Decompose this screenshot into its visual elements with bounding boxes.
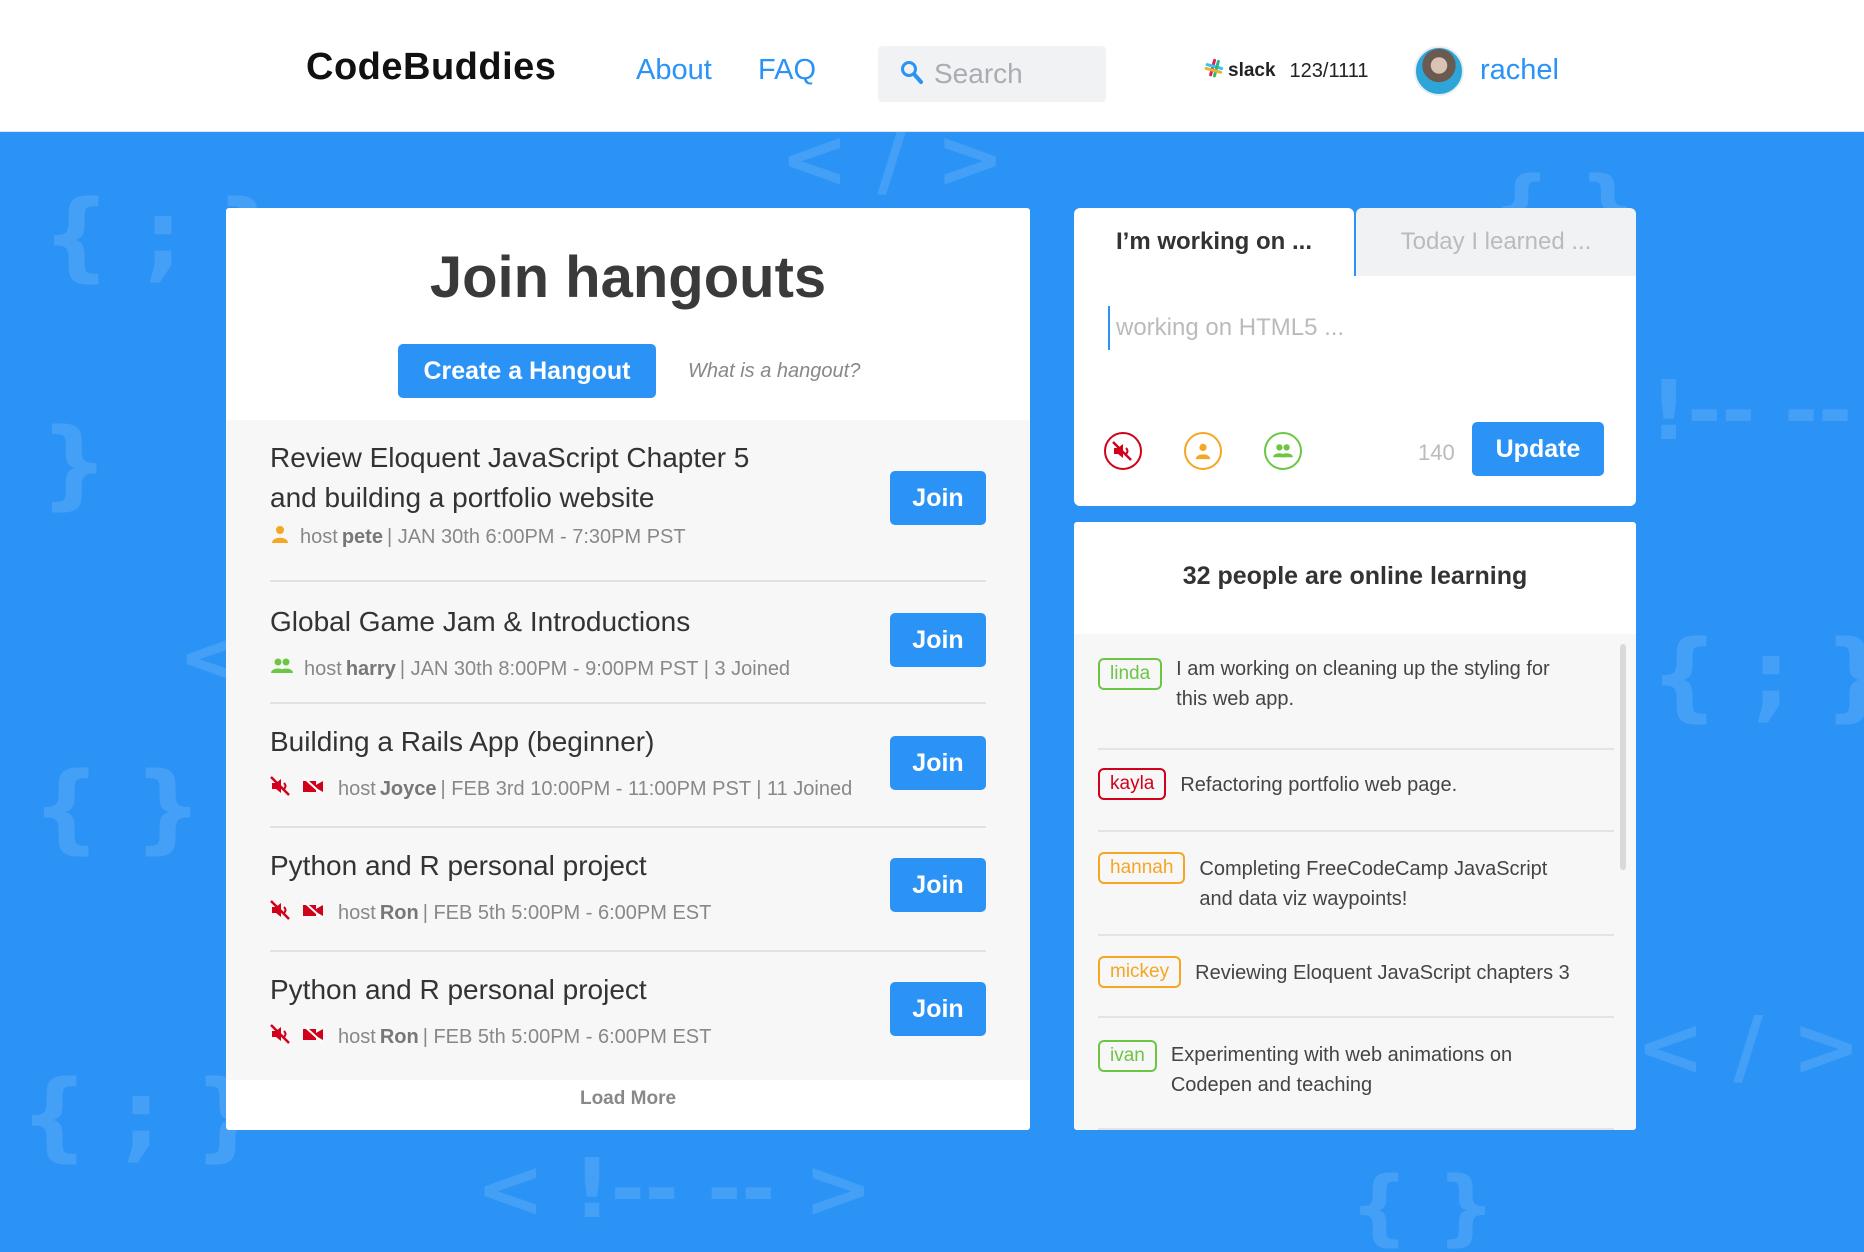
hangout-details: | JAN 30th 6:00PM - 7:30PM PST xyxy=(386,525,686,548)
hangout-item: Building a Rails App (beginner) host Joy… xyxy=(270,704,986,828)
hangout-title[interactable]: Building a Rails App (beginner) xyxy=(270,722,654,762)
video-off-icon xyxy=(302,900,324,926)
hangout-item: Review Eloquent JavaScript Chapter 5 and… xyxy=(270,420,986,582)
muted-icon xyxy=(270,900,292,926)
hangout-item: Python and R personal project host Ron |… xyxy=(270,828,986,952)
list-item: kayla Refactoring portfolio web page. xyxy=(1098,750,1614,832)
hangout-meta: host Ron | FEB 5th 5:00PM - 6:00PM EST xyxy=(270,1024,711,1050)
group-icon[interactable] xyxy=(1264,432,1302,470)
muted-icon xyxy=(270,1024,292,1050)
list-item: ivan Experimenting with web animations o… xyxy=(1098,1018,1614,1130)
background-glyph: { ; } xyxy=(1650,620,1864,732)
tab-working-on[interactable]: I’m working on ... xyxy=(1074,208,1354,276)
online-learners-panel: 32 people are online learning linda I am… xyxy=(1074,522,1636,1130)
host-name: harry xyxy=(345,657,396,680)
status-input[interactable] xyxy=(1108,306,1608,350)
online-count-heading: 32 people are online learning xyxy=(1182,562,1528,590)
host-name: Joyce xyxy=(379,777,437,800)
hangout-details: | JAN 30th 8:00PM - 9:00PM PST | 3 Joine… xyxy=(399,657,791,680)
top-navigation-bar: CodeBuddies About FAQ slack 123/1111 rac… xyxy=(0,0,1864,132)
hangout-details: | FEB 5th 5:00PM - 6:00PM EST xyxy=(422,1025,712,1048)
host-prefix: host xyxy=(338,777,376,800)
host-prefix: host xyxy=(304,657,342,680)
search-input[interactable] xyxy=(934,54,1094,94)
host-name: pete xyxy=(341,525,383,548)
muted-icon[interactable] xyxy=(1104,432,1142,470)
page-title: Join hangouts xyxy=(429,245,827,310)
hangout-meta: host Ron | FEB 5th 5:00PM - 6:00PM EST xyxy=(270,900,711,926)
host-prefix: host xyxy=(338,901,376,924)
video-off-icon xyxy=(302,776,324,802)
background-glyph: { } xyxy=(1350,1160,1496,1252)
update-button[interactable]: Update xyxy=(1472,422,1604,476)
hangout-title[interactable]: Python and R personal project xyxy=(270,846,647,886)
group-icon xyxy=(270,656,294,682)
status-tabs: I’m working on ... Today I learned ... xyxy=(1074,208,1636,276)
user-tag[interactable]: kayla xyxy=(1098,768,1167,800)
site-logo[interactable]: CodeBuddies xyxy=(306,46,556,89)
slack-logo-icon xyxy=(1204,58,1224,84)
create-hangout-button[interactable]: Create a Hangout xyxy=(398,344,656,398)
hangout-title[interactable]: Python and R personal project xyxy=(270,970,647,1010)
muted-icon xyxy=(270,776,292,802)
user-tag[interactable]: hannah xyxy=(1098,852,1186,884)
user-message: Completing FreeCodeCamp JavaScript and d… xyxy=(1199,858,1548,910)
list-item: hannah Completing FreeCodeCamp JavaScrip… xyxy=(1098,832,1614,936)
background-glyph: < !-- -- > xyxy=(476,1142,873,1237)
solo-person-icon xyxy=(270,524,290,550)
user-tag[interactable]: ivan xyxy=(1098,1040,1157,1072)
join-button[interactable]: Join xyxy=(890,471,986,525)
host-prefix: host xyxy=(300,525,338,548)
hangout-meta: host pete | JAN 30th 6:00PM - 7:30PM PST xyxy=(270,524,686,550)
hangout-title[interactable]: Global Game Jam & Introductions xyxy=(270,602,690,642)
slack-label: slack xyxy=(1228,60,1276,81)
user-message: Refactoring portfolio web page. xyxy=(1180,774,1458,796)
join-button[interactable]: Join xyxy=(890,982,986,1036)
status-panel: I’m working on ... Today I learned ... 1… xyxy=(1074,208,1636,506)
list-item: mickey Reviewing Eloquent JavaScript cha… xyxy=(1098,936,1614,1018)
character-count: 140 xyxy=(1418,440,1455,465)
host-prefix: host xyxy=(338,1025,376,1048)
hangout-meta: host harry | JAN 30th 8:00PM - 9:00PM PS… xyxy=(270,656,790,682)
join-button[interactable]: Join xyxy=(890,613,986,667)
host-name: Ron xyxy=(379,901,419,924)
user-tag[interactable]: mickey xyxy=(1098,956,1182,988)
hangout-meta: host Joyce | FEB 3rd 10:00PM - 11:00PM P… xyxy=(270,776,852,802)
nav-about-link[interactable]: About xyxy=(636,54,712,87)
hangout-item: Python and R personal project host Ron |… xyxy=(270,952,986,1080)
background-glyph: { } xyxy=(32,752,203,864)
host-name: Ron xyxy=(379,1025,419,1048)
tab-today-i-learned[interactable]: Today I learned ... xyxy=(1356,208,1636,276)
online-list: linda I am working on cleaning up the st… xyxy=(1074,634,1636,1130)
slack-member-count[interactable]: slack 123/1111 xyxy=(1204,58,1369,84)
solo-person-icon[interactable] xyxy=(1184,432,1222,470)
load-more-button[interactable]: Load More xyxy=(226,1088,1030,1110)
video-off-icon xyxy=(302,1024,324,1050)
join-button[interactable]: Join xyxy=(890,858,986,912)
background-glyph: } xyxy=(40,408,109,520)
hangout-item: Global Game Jam & Introductions host har… xyxy=(270,582,986,704)
avatar[interactable] xyxy=(1414,46,1464,96)
user-message: I am working on cleaning up the styling … xyxy=(1176,658,1550,710)
username-link[interactable]: rachel xyxy=(1480,54,1559,87)
nav-faq-link[interactable]: FAQ xyxy=(758,54,816,87)
search-icon xyxy=(900,60,924,91)
hangout-list: Review Eloquent JavaScript Chapter 5 and… xyxy=(226,420,1030,1080)
user-tag[interactable]: linda xyxy=(1098,658,1163,690)
background-glyph: < / > xyxy=(1636,1000,1861,1095)
list-item: linda I am working on cleaning up the st… xyxy=(1098,654,1614,750)
scrollbar[interactable] xyxy=(1620,644,1626,870)
user-message: Experimenting with web animations on Cod… xyxy=(1170,1044,1513,1096)
what-is-hangout-link[interactable]: What is a hangout? xyxy=(688,360,860,383)
hangouts-panel: Join hangouts Create a Hangout What is a… xyxy=(226,208,1030,1130)
search-box xyxy=(878,46,1106,102)
hangout-title[interactable]: Review Eloquent JavaScript Chapter 5 and… xyxy=(270,438,790,518)
user-message: Reviewing Eloquent JavaScript chapters 3 xyxy=(1195,962,1570,984)
join-button[interactable]: Join xyxy=(890,736,986,790)
background-glyph: !-- -- xyxy=(1650,364,1853,459)
hangout-details: | FEB 3rd 10:00PM - 11:00PM PST | 11 Joi… xyxy=(440,777,853,800)
hangout-details: | FEB 5th 5:00PM - 6:00PM EST xyxy=(422,901,712,924)
slack-count: 123/1111 xyxy=(1289,59,1369,82)
